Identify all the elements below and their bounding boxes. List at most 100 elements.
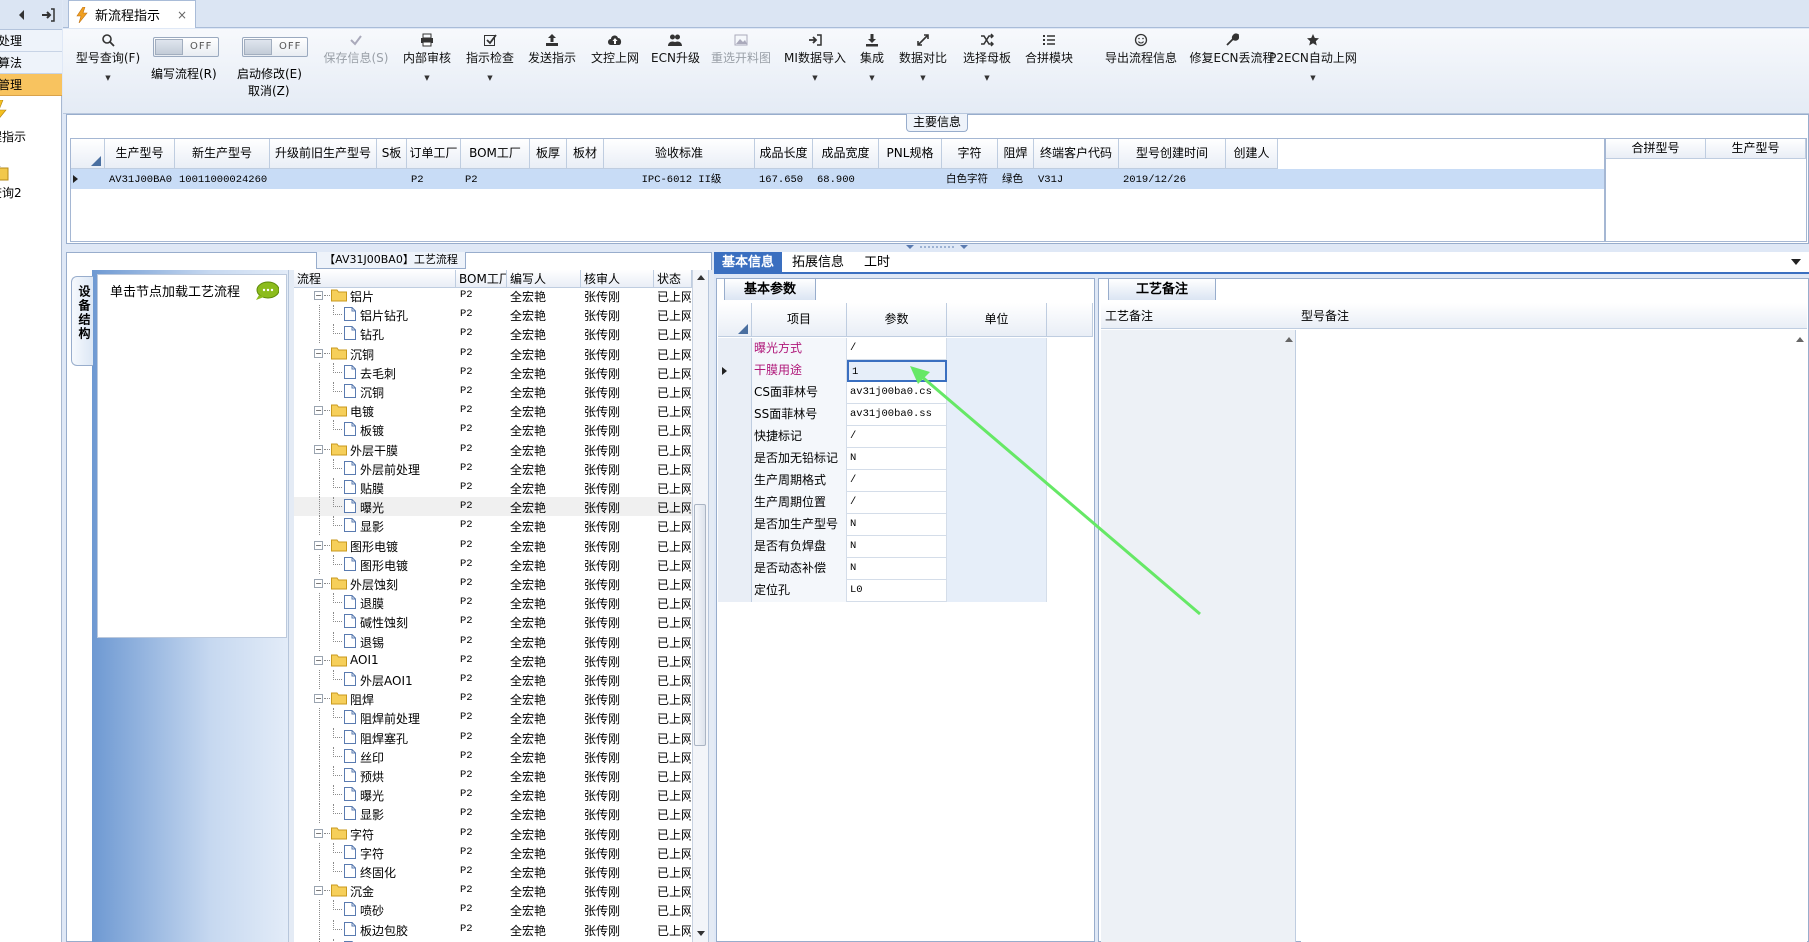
tree-row[interactable]: − 图形电镀 P2 全宏艳 张传刚 已上网 <box>294 536 692 555</box>
toolbar-button[interactable]: 文控上网 <box>589 31 641 66</box>
chevron-down-icon[interactable]: ▼ <box>857 74 887 82</box>
param-value-field[interactable]: N <box>847 558 947 580</box>
scroll-up-icon[interactable] <box>1285 336 1293 342</box>
param-row[interactable]: SS面菲林号 av31j00ba0.ss <box>718 404 1093 426</box>
param-row[interactable]: 是否加无铅标记 N <box>718 448 1093 470</box>
param-row[interactable]: CS面菲林号 av31j00ba0.cs <box>718 382 1093 404</box>
table-cell[interactable] <box>1226 170 1278 190</box>
nav-item[interactable]: 件处理 <box>0 30 62 52</box>
param-value-field[interactable]: N <box>847 448 947 470</box>
tree-row[interactable]: 贴膜 P2 全宏艳 张传刚 已上网 <box>294 478 692 497</box>
table-cell[interactable] <box>377 170 407 190</box>
tree-row[interactable]: − 铝片 P2 全宏艳 张传刚 已上网 <box>294 286 692 305</box>
col-header[interactable]: 成品长度 <box>755 139 813 169</box>
chevron-down-icon[interactable]: ▼ <box>897 74 949 82</box>
collapse-icon[interactable]: − <box>314 406 323 415</box>
tree-row[interactable]: 退膜 P2 全宏艳 张传刚 已上网 <box>294 593 692 612</box>
tree-row[interactable]: 去毛刺 P2 全宏艳 张传刚 已上网 <box>294 363 692 382</box>
tree-row[interactable]: 显影 P2 全宏艳 张传刚 已上网 <box>294 516 692 535</box>
model-notes-textarea[interactable] <box>1301 330 1807 942</box>
tree-row[interactable]: 钻孔 P2 全宏艳 张传刚 已上网 <box>294 324 692 343</box>
toolbar-button[interactable]: 指示检查 ▼ <box>464 31 516 82</box>
back-icon[interactable] <box>14 7 30 23</box>
param-value-field[interactable]: N <box>847 536 947 558</box>
param-unit-field[interactable] <box>947 536 1047 558</box>
collapse-icon[interactable]: − <box>314 349 323 358</box>
param-value-field[interactable]: / <box>847 338 947 360</box>
param-row[interactable]: 快捷标记 / <box>718 426 1093 448</box>
nav-item[interactable]: 据管理 <box>0 74 62 96</box>
toolbar-button[interactable]: 集成 ▼ <box>857 31 887 82</box>
table-cell[interactable]: 167.650 <box>755 170 813 190</box>
col-merge-model[interactable]: 合拼型号 <box>1606 139 1706 159</box>
col-header[interactable]: 阻焊 <box>998 139 1034 169</box>
col-header[interactable]: 成品宽度 <box>813 139 879 169</box>
param-value-field[interactable]: N <box>847 514 947 536</box>
tree-row[interactable]: 图形电镀 P2 全宏艳 张传刚 已上网 <box>294 555 692 574</box>
table-cell[interactable]: IPC-6012 II级 <box>604 170 755 190</box>
scrollbar-thumb[interactable] <box>694 504 706 746</box>
table-cell[interactable]: P2 <box>407 170 461 190</box>
tree-row[interactable]: − 字符 P2 全宏艳 张传刚 已上网 <box>294 824 692 843</box>
toolbar-button[interactable]: 合拼模块 <box>1023 31 1075 66</box>
param-row[interactable]: 干膜用途 1 <box>718 360 1093 382</box>
param-unit-field[interactable] <box>947 470 1047 492</box>
param-unit-field[interactable] <box>947 558 1047 580</box>
col-header[interactable]: 字符 <box>942 139 998 169</box>
param-value-field[interactable]: / <box>847 470 947 492</box>
col-header[interactable]: BOM工厂 <box>461 139 530 169</box>
tree-row[interactable]: 曝光 P2 全宏艳 张传刚 已上网 <box>294 785 692 804</box>
table-cell[interactable] <box>530 170 567 190</box>
tree-row[interactable]: 丝印 P2 全宏艳 张传刚 已上网 <box>294 747 692 766</box>
tree-row[interactable]: 沉铜 P2 全宏艳 张传刚 已上网 <box>294 382 692 401</box>
tree-row[interactable]: 字符 P2 全宏艳 张传刚 已上网 <box>294 843 692 862</box>
param-unit-field[interactable] <box>947 382 1047 404</box>
tab-new-process[interactable]: 新流程指示 × <box>68 0 196 28</box>
start-modify-toggle[interactable]: OFF <box>242 37 308 57</box>
param-unit-field[interactable] <box>947 492 1047 514</box>
toolbar-button[interactable]: 选择母板 ▼ <box>961 31 1013 82</box>
toolbar-button[interactable]: 保存信息(S) <box>320 31 392 66</box>
table-cell[interactable]: 绿色 <box>998 170 1034 190</box>
tree-row[interactable]: 喷砂 P2 全宏艳 张传刚 已上网 <box>294 900 692 919</box>
cancel-button[interactable]: 取消(Z) <box>248 82 290 99</box>
col-production-model[interactable]: 生产型号 <box>1706 139 1806 159</box>
param-unit-field[interactable] <box>947 580 1047 602</box>
toolbar-button[interactable]: 重选开料图 <box>709 31 773 66</box>
tab-craft-notes[interactable]: 工艺备注 <box>1108 278 1216 300</box>
tab-equipment-structure[interactable]: 设备结构 <box>71 276 93 366</box>
tree-row[interactable]: 阻焊前处理 P2 全宏艳 张传刚 已上网 <box>294 708 692 727</box>
panel-splitter[interactable] <box>66 244 1809 252</box>
toolbar-button[interactable]: 型号查询(F) ▼ <box>73 31 143 82</box>
sign-in-icon[interactable] <box>40 7 56 23</box>
tree-row[interactable]: 显影 P2 全宏艳 张传刚 已上网 <box>294 804 692 823</box>
edit-process-toggle[interactable]: OFF <box>153 37 219 57</box>
toolbar-button[interactable]: ECN升级 <box>651 31 700 66</box>
param-row[interactable]: 曝光方式 / <box>718 338 1093 360</box>
nav-big-item[interactable]: 程指示 <box>0 100 62 145</box>
tree-row[interactable]: − 沉铜 P2 全宏艳 张传刚 已上网 <box>294 344 692 363</box>
tree-row[interactable]: − 沉金 P2 全宏艳 张传刚 已上网 <box>294 881 692 900</box>
param-row[interactable]: 生产周期格式 / <box>718 470 1093 492</box>
tree-row[interactable]: 退锡 P2 全宏艳 张传刚 已上网 <box>294 632 692 651</box>
param-unit-field[interactable] <box>947 404 1047 426</box>
table-cell[interactable]: AV31J00BA0 <box>105 170 175 190</box>
collapse-right-handle[interactable] <box>708 270 714 942</box>
nav-big-item[interactable]: 查询2 <box>0 160 62 201</box>
param-row[interactable]: 定位孔 L0 <box>718 580 1093 602</box>
col-header[interactable]: 订单工厂 <box>407 139 461 169</box>
toolbar-button[interactable]: 内部审核 ▼ <box>400 31 454 82</box>
collapse-icon[interactable]: − <box>314 445 323 454</box>
col-header[interactable]: 验收标准 <box>604 139 755 169</box>
table-cell[interactable]: 68.900 <box>813 170 879 190</box>
collapse-icon[interactable]: − <box>314 829 323 838</box>
chevron-down-icon[interactable]: ▼ <box>961 74 1013 82</box>
toolbar-button[interactable]: 数据对比 ▼ <box>897 31 949 82</box>
tree-row[interactable]: 碱性蚀刻 P2 全宏艳 张传刚 已上网 <box>294 612 692 631</box>
col-header[interactable]: 板材 <box>567 139 604 169</box>
tree-row[interactable]: 曝光 P2 全宏艳 张传刚 已上网 <box>294 497 692 516</box>
tree-row[interactable]: 板镀 P2 全宏艳 张传刚 已上网 <box>294 420 692 439</box>
col-header[interactable]: 新生产型号 <box>175 139 270 169</box>
tree-row[interactable]: − 外层蚀刻 P2 全宏艳 张传刚 已上网 <box>294 574 692 593</box>
tree-row[interactable]: − 外层干膜 P2 全宏艳 张传刚 已上网 <box>294 440 692 459</box>
